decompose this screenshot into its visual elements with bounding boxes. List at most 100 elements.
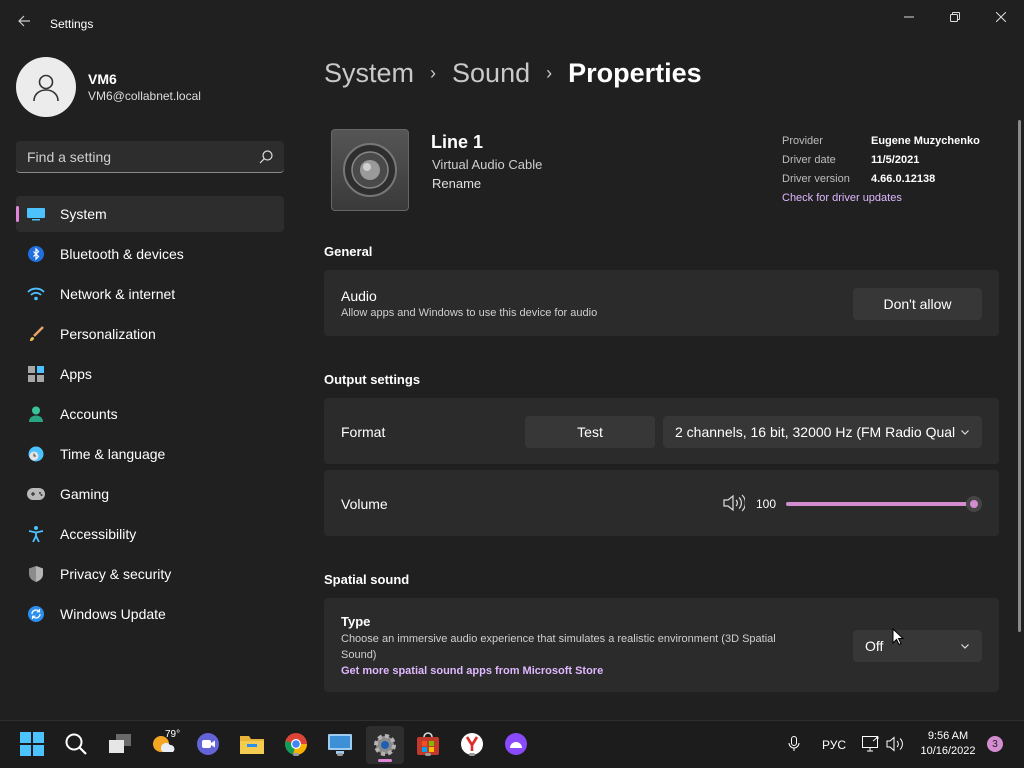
sidebar-item-bluetooth[interactable]: Bluetooth & devices [16, 236, 284, 272]
speaker-volume-icon[interactable] [723, 494, 745, 512]
accounts-icon [27, 405, 45, 423]
driver-version-label: Driver version [782, 173, 850, 185]
input-language-indicator[interactable]: РУС [822, 738, 846, 752]
close-button[interactable] [978, 6, 1024, 28]
restore-button[interactable] [932, 6, 978, 28]
task-view-button[interactable] [106, 730, 134, 758]
file-explorer-button[interactable] [238, 730, 266, 758]
taskbar-search-button[interactable] [62, 730, 90, 758]
network-icon[interactable] [862, 736, 880, 752]
format-label: Format [341, 424, 386, 440]
remote-desktop-button[interactable] [326, 730, 354, 758]
check-driver-updates-link[interactable]: Check for driver updates [782, 192, 902, 211]
rename-link[interactable]: Rename [432, 176, 481, 191]
sidebar-item-windows-update[interactable]: Windows Update [16, 596, 284, 632]
sidebar-item-label: System [60, 206, 107, 222]
yandex-browser-button[interactable] [458, 730, 486, 758]
test-button[interactable]: Test [525, 416, 655, 448]
microsoft-store-button[interactable] [414, 730, 442, 758]
clock-globe-icon [27, 445, 45, 463]
vertical-scrollbar[interactable] [1018, 120, 1021, 632]
sidebar-item-gaming[interactable]: Gaming [16, 476, 284, 512]
audio-title: Audio [341, 288, 377, 304]
device-name: Line 1 [431, 132, 484, 152]
alice-icon [505, 733, 527, 755]
spatial-type-value: Off [865, 638, 884, 654]
folder-icon [240, 736, 264, 754]
alice-assistant-button[interactable] [502, 730, 530, 758]
title-bar: Settings [0, 0, 1024, 48]
sidebar-item-label: Bluetooth & devices [60, 246, 184, 262]
breadcrumb-sound[interactable]: Sound [452, 58, 530, 89]
sidebar-item-network[interactable]: Network & internet [16, 276, 284, 312]
sidebar-nav: System Bluetooth & devices Network & int… [16, 196, 284, 636]
accessibility-icon [27, 525, 45, 543]
minimize-icon [904, 16, 914, 18]
volume-label: Volume [341, 496, 388, 512]
gamepad-icon [27, 485, 45, 503]
volume-icon[interactable] [886, 736, 904, 752]
provider-label: Provider [782, 135, 823, 147]
spatial-store-link[interactable]: Get more spatial sound apps from Microso… [341, 665, 603, 677]
breadcrumb-system[interactable]: System [324, 58, 414, 89]
brush-icon [27, 325, 45, 343]
apps-icon [27, 365, 45, 383]
chevron-down-icon [961, 644, 969, 649]
profile-name: VM6 [88, 71, 117, 87]
task-view-icon [109, 734, 131, 753]
notification-badge[interactable]: 3 [987, 736, 1003, 752]
driver-info: Provider Eugene Muzychenko Driver date 1… [782, 135, 980, 211]
device-type: Virtual Audio Cable [432, 157, 543, 172]
user-profile[interactable]: VM6 VM6@collabnet.local [16, 57, 201, 117]
sidebar-item-accessibility[interactable]: Accessibility [16, 516, 284, 552]
shield-icon [27, 565, 45, 583]
sidebar-item-label: Time & language [60, 446, 166, 462]
taskbar-clock[interactable]: 9:56 AM 10/16/2022 [916, 729, 980, 759]
app-title: Settings [50, 17, 94, 31]
microphone-icon[interactable] [788, 736, 800, 752]
volume-slider-thumb[interactable] [966, 496, 982, 512]
teams-chat-button[interactable] [194, 730, 222, 758]
sidebar-item-system[interactable]: System [16, 196, 284, 232]
weather-temperature: 79° [165, 729, 181, 740]
sidebar-item-label: Privacy & security [60, 566, 172, 582]
search-icon[interactable] [258, 149, 274, 165]
dont-allow-button[interactable]: Don't allow [853, 288, 982, 320]
search-icon [65, 733, 87, 755]
restore-icon [950, 12, 960, 22]
sidebar-item-apps[interactable]: Apps [16, 356, 284, 392]
chrome-button[interactable] [282, 730, 310, 758]
mouse-cursor-icon [892, 628, 904, 646]
chevron-down-icon [961, 430, 969, 435]
driver-date-label: Driver date [782, 154, 836, 166]
running-indicator [425, 753, 431, 756]
spatial-type-dropdown[interactable]: Off [853, 630, 982, 662]
start-button[interactable] [18, 730, 46, 758]
sidebar-item-accounts[interactable]: Accounts [16, 396, 284, 432]
update-icon [27, 605, 45, 623]
minimize-button[interactable] [886, 6, 932, 28]
settings-taskbar-button[interactable] [366, 726, 404, 764]
page-title: Properties [568, 58, 702, 88]
sidebar-item-label: Gaming [60, 486, 110, 502]
system-icon [27, 205, 45, 223]
profile-email: VM6@collabnet.local [88, 89, 201, 103]
sidebar-item-label: Accessibility [60, 526, 137, 542]
wifi-icon [27, 285, 45, 303]
sidebar-item-label: Windows Update [60, 606, 166, 622]
running-indicator [293, 753, 299, 756]
clock-date: 10/16/2022 [920, 745, 976, 757]
spatial-description-line2: Sound) [341, 649, 377, 661]
sidebar-item-privacy[interactable]: Privacy & security [16, 556, 284, 592]
sidebar-item-time-language[interactable]: Time & language [16, 436, 284, 472]
format-dropdown[interactable]: 2 channels, 16 bit, 32000 Hz (FM Radio Q… [663, 416, 982, 448]
search-input[interactable]: Find a setting [16, 141, 284, 173]
bluetooth-icon [27, 245, 45, 263]
spatial-type-label: Type [341, 614, 371, 629]
spatial-description-line1: Choose an immersive audio experience tha… [341, 633, 776, 645]
sidebar-item-personalization[interactable]: Personalization [16, 316, 284, 352]
back-button[interactable] [14, 14, 34, 34]
volume-slider-track[interactable] [786, 502, 974, 506]
active-indicator [378, 759, 392, 762]
person-icon [33, 74, 59, 102]
